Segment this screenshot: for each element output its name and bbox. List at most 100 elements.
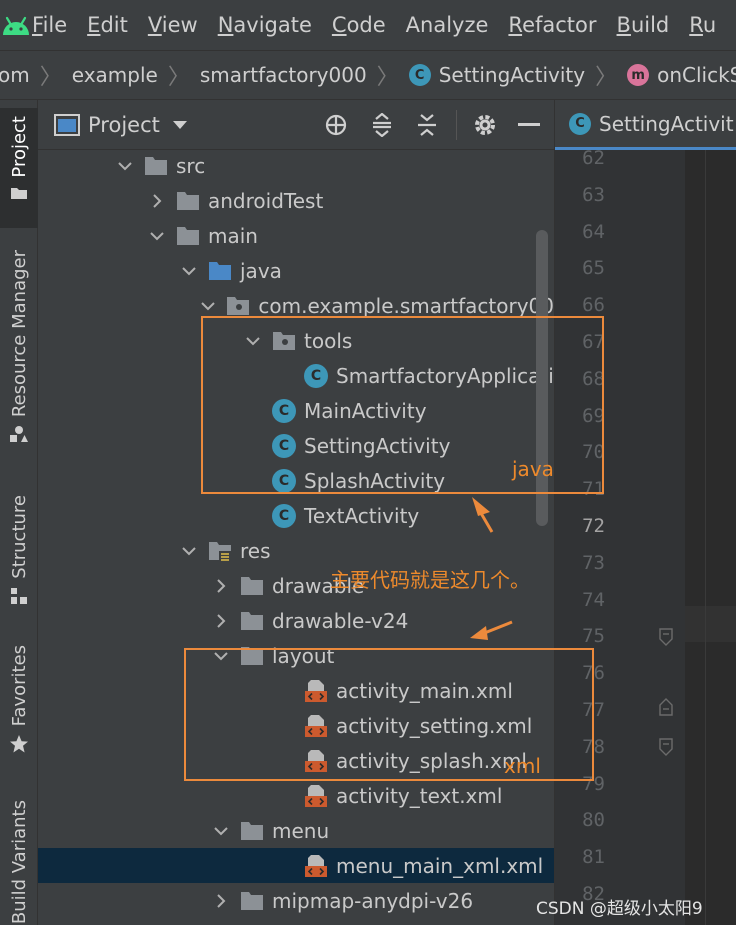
menu-edit[interactable]: Edit	[87, 13, 128, 37]
gear-icon[interactable]	[472, 112, 498, 138]
folder-icon	[240, 610, 264, 632]
tab-build-variants[interactable]: Build Variants	[0, 800, 38, 925]
menu-navigate[interactable]: Navigate	[218, 13, 312, 37]
chevron-down-icon[interactable]	[114, 155, 136, 177]
tree-file-menu-main[interactable]: menu_main_xml.xml	[38, 848, 554, 883]
breadcrumb-item[interactable]: om	[0, 63, 30, 87]
tree-item-label: menu_main_xml.xml	[336, 853, 544, 878]
menu-refactor[interactable]: Refactor	[508, 13, 596, 37]
chevron-right-icon[interactable]	[210, 575, 232, 597]
xml-annotation-label: xml	[504, 754, 541, 778]
line-number: 66	[582, 294, 605, 317]
chevron-down-icon[interactable]	[178, 540, 200, 562]
line-number: 75	[582, 625, 605, 648]
line-number: 81	[582, 846, 605, 869]
breadcrumb-item[interactable]: smartfactory000	[200, 63, 367, 87]
java-annotation-label: java	[512, 457, 554, 481]
tree-item-label: menu	[272, 818, 330, 843]
line-number: 80	[582, 809, 605, 832]
tree-folder-androidtest[interactable]: androidTest	[38, 183, 554, 218]
method-icon: m	[627, 64, 650, 86]
dropdown-arrow-icon[interactable]	[172, 120, 188, 130]
folder-icon	[240, 890, 264, 912]
line-number: 65	[582, 257, 605, 280]
xml-file-icon	[304, 854, 328, 878]
project-panel-title: Project	[88, 112, 160, 137]
project-window-icon	[54, 113, 80, 136]
tab-project[interactable]: Project	[0, 108, 38, 228]
left-tool-strip: Project Resource Manager Structure Favor…	[0, 100, 38, 925]
star-icon	[10, 735, 28, 753]
breadcrumb: om 〉 example 〉 smartfactory000 〉 C Settin…	[0, 50, 736, 100]
watermark: CSDN @超级小太阳9	[536, 899, 703, 919]
chevron-down-icon[interactable]	[198, 295, 218, 317]
chevron-right-icon: 〉	[376, 65, 399, 90]
chevron-down-icon[interactable]	[146, 225, 168, 247]
tree-class-textactivity[interactable]: C TextActivity	[38, 498, 554, 533]
project-panel: Project src androidTest main java com.exampl…	[38, 100, 554, 925]
tree-item-label: src	[176, 153, 206, 178]
breadcrumb-item-class[interactable]: C SettingActivity	[408, 63, 585, 87]
android-logo-icon[interactable]	[0, 0, 32, 50]
line-number: 64	[582, 220, 605, 243]
editor-gutter: 62 63 64 65 66 67 68 69 70 71 72 73 74 75 76 77 78 79 80 81…	[555, 147, 685, 925]
collapse-all-icon[interactable]	[414, 112, 440, 138]
tree-folder-main[interactable]: main	[38, 218, 554, 253]
tree-item-label: java	[240, 258, 282, 283]
fold-marker-icon[interactable]	[659, 698, 673, 716]
chevron-right-icon: 〉	[595, 65, 618, 90]
fold-marker-icon[interactable]	[659, 628, 673, 646]
folder-icon	[240, 820, 264, 842]
tree-folder-src[interactable]: src	[38, 148, 554, 183]
tree-folder-java[interactable]: java	[38, 253, 554, 288]
chevron-right-icon[interactable]	[146, 190, 168, 212]
annotation-note: 主要代码就是这几个。	[330, 568, 530, 592]
menu-file[interactable]: File	[32, 13, 67, 37]
menu-analyze[interactable]: Analyze	[406, 13, 489, 37]
resource-folder-icon	[208, 540, 232, 562]
xml-file-icon	[304, 784, 328, 808]
class-icon: C	[569, 112, 591, 135]
tree-folder-mipmap-anydpi-v26[interactable]: mipmap-anydpi-v26	[38, 883, 554, 918]
chevron-right-icon: 〉	[39, 65, 62, 90]
tree-item-label: androidTest	[208, 188, 324, 213]
minimize-icon[interactable]	[516, 112, 542, 138]
class-icon: C	[408, 64, 431, 86]
chevron-down-icon[interactable]	[210, 820, 232, 842]
expand-all-icon[interactable]	[369, 112, 395, 138]
editor-tab[interactable]: C SettingActivit	[555, 100, 736, 150]
menu-code[interactable]: Code	[332, 13, 386, 37]
tab-resource-manager[interactable]: Resource Manager	[0, 250, 38, 460]
folder-icon	[11, 187, 27, 199]
tree-folder-drawable-v24[interactable]: drawable-v24	[38, 603, 554, 638]
tree-item-label: res	[240, 538, 271, 563]
menu-build[interactable]: Build	[617, 13, 670, 37]
tab-favorites[interactable]: Favorites	[0, 645, 38, 765]
tree-folder-menu[interactable]: menu	[38, 813, 554, 848]
line-number: 62	[582, 147, 605, 169]
breadcrumb-item[interactable]: example	[72, 63, 158, 87]
fold-marker-icon[interactable]	[659, 738, 673, 756]
folder-icon	[176, 225, 200, 247]
menu-run[interactable]: Ru	[689, 13, 716, 37]
chevron-right-icon[interactable]	[210, 890, 232, 912]
locate-icon[interactable]	[323, 112, 349, 138]
tree-file-activity-text[interactable]: activity_text.xml	[38, 778, 554, 813]
tree-item-label: activity_text.xml	[336, 783, 503, 808]
breadcrumb-item-method[interactable]: monClickSaved	[627, 63, 736, 87]
chevron-right-icon[interactable]	[210, 610, 232, 632]
menu-view[interactable]: View	[148, 13, 198, 37]
class-icon: C	[272, 503, 296, 528]
tree-item-label: drawable-v24	[272, 608, 409, 633]
editor-right-margin	[705, 150, 706, 925]
chevron-down-icon[interactable]	[178, 260, 200, 282]
tab-structure[interactable]: Structure	[0, 495, 38, 615]
project-panel-header: Project	[38, 100, 554, 150]
current-line-highlight	[685, 606, 736, 642]
menu-bar: File Edit View Navigate Code Analyze Ref…	[0, 0, 736, 50]
tree-item-label: TextActivity	[304, 503, 420, 528]
tree-folder-res[interactable]: res	[38, 533, 554, 568]
tree-item-label: com.example.smartfactory00	[258, 293, 554, 318]
toolbar-divider	[456, 110, 457, 140]
line-number: 72	[582, 515, 605, 537]
